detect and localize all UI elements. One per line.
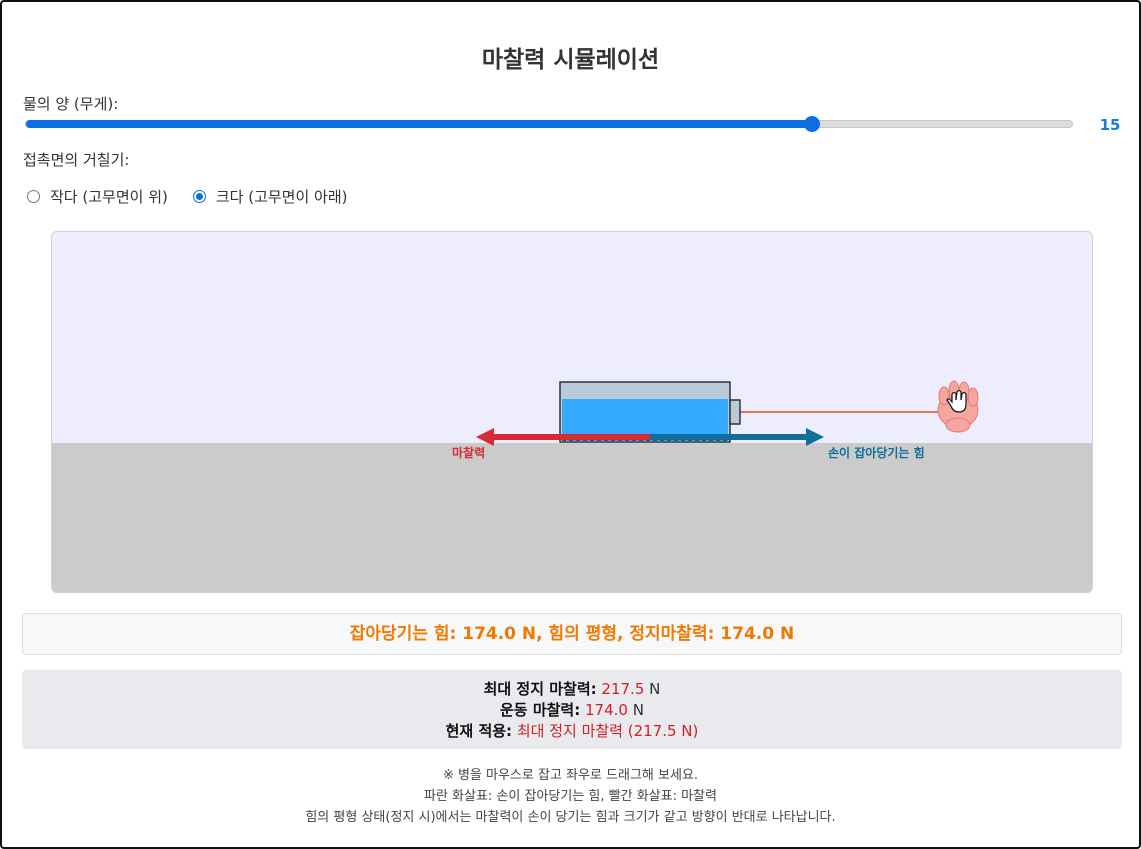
current-friction-row: 현재 적용: 최대 정지 마찰력 (217.5 N) bbox=[22, 721, 1122, 742]
kinetic-friction-label: 운동 마찰력: bbox=[500, 701, 581, 719]
radio-label-small: 작다 (고무면이 위) bbox=[50, 188, 168, 206]
radio-rough-small[interactable]: 작다 (고무면이 위) bbox=[27, 186, 168, 207]
radio-rough-large[interactable]: 크다 (고무면이 아래) bbox=[192, 186, 348, 207]
friction-label: 마찰력 bbox=[452, 445, 485, 460]
current-friction-value: 최대 정지 마찰력 (217.5 N) bbox=[516, 722, 699, 740]
status-banner: 잡아당기는 힘: 174.0 N, 힘의 평형, 정지마찰력: 174.0 N bbox=[22, 613, 1122, 655]
radio-label-large: 크다 (고무면이 아래) bbox=[215, 188, 348, 206]
current-friction-label: 현재 적용: bbox=[445, 722, 513, 740]
max-static-friction-label: 최대 정지 마찰력: bbox=[483, 680, 597, 698]
roughness-label: 접촉면의 거칠기: bbox=[23, 151, 130, 169]
max-static-friction-value: 217.5 bbox=[601, 680, 645, 698]
radio-button-small[interactable] bbox=[27, 190, 40, 203]
max-static-friction-row: 최대 정지 마찰력: 217.5 N bbox=[22, 679, 1122, 700]
page-title: 마찰력 시뮬레이션 bbox=[481, 47, 660, 73]
simulation-canvas: 마찰력 손이 잡아당기는 힘 bbox=[51, 231, 1093, 593]
ground bbox=[52, 443, 1092, 592]
instructions: ※ 병을 마우스로 잡고 좌우로 드래그해 보세요. 파란 화살표: 손이 잡아… bbox=[0, 765, 1141, 828]
weight-slider-label: 물의 양 (무게): bbox=[23, 95, 119, 113]
max-static-friction-unit: N bbox=[649, 680, 661, 698]
kinetic-friction-value: 174.0 bbox=[585, 701, 628, 719]
kinetic-friction-row: 운동 마찰력: 174.0 N bbox=[22, 700, 1122, 721]
bottle-cap bbox=[729, 399, 741, 425]
water-bottle[interactable] bbox=[559, 381, 741, 443]
weight-slider-thumb[interactable] bbox=[804, 116, 820, 132]
pull-label: 손이 잡아당기는 힘 bbox=[828, 445, 925, 460]
instruction-drag: ※ 병을 마우스로 잡고 좌우로 드래그해 보세요. bbox=[442, 768, 699, 783]
radio-button-large[interactable] bbox=[192, 190, 206, 203]
weight-slider[interactable] bbox=[25, 116, 1073, 132]
friction-info-panel: 최대 정지 마찰력: 217.5 N 운동 마찰력: 174.0 N 현재 적용… bbox=[22, 670, 1122, 749]
simulation-svg: 마찰력 손이 잡아당기는 힘 bbox=[52, 232, 1092, 592]
weight-slider-value: 15 bbox=[1099, 116, 1121, 134]
kinetic-friction-unit: N bbox=[632, 701, 644, 719]
instruction-arrows: 파란 화살표: 손이 잡아당기는 힘, 빨간 화살표: 마찰력 bbox=[424, 789, 717, 804]
weight-slider-fill bbox=[26, 120, 812, 128]
instruction-equilibrium: 힘의 평형 상태(정지 시)에서는 마찰력이 손이 당기는 힘과 크기가 같고 … bbox=[305, 810, 836, 825]
roughness-radio-group: 작다 (고무면이 위) 크다 (고무면이 아래) bbox=[27, 186, 373, 207]
